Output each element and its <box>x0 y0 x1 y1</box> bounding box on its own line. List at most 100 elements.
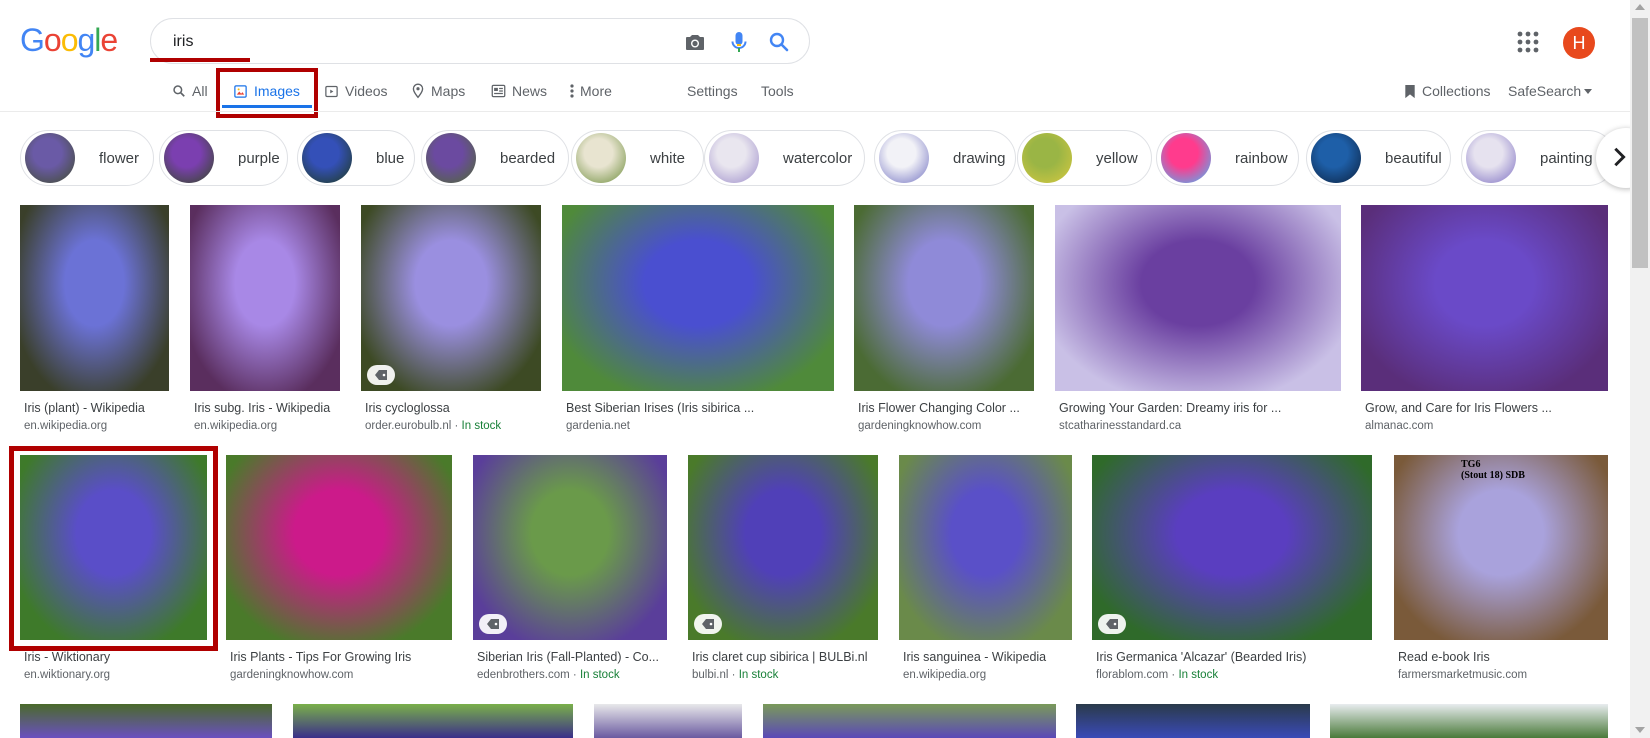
result-thumbnail[interactable] <box>20 704 272 738</box>
chip-bearded[interactable]: bearded <box>421 130 569 186</box>
tab-more[interactable]: More <box>570 80 612 102</box>
result-thumbnail[interactable] <box>473 455 667 640</box>
account-avatar[interactable]: H <box>1563 27 1595 59</box>
result-thumbnail[interactable] <box>763 704 1056 738</box>
tab-all[interactable]: All <box>172 80 208 102</box>
result-title[interactable]: Iris Plants - Tips For Growing Iris <box>230 650 450 664</box>
result-thumbnail[interactable] <box>594 704 742 738</box>
image-result[interactable]: Iris claret cup sibirica | BULBi.nl bulbi… <box>688 455 878 686</box>
chip-thumbnail <box>25 133 75 183</box>
result-title[interactable]: Grow, and Care for Iris Flowers ... <box>1365 401 1606 415</box>
image-caption-text: TG6 (Stout 18) SDB <box>1461 459 1525 481</box>
image-result[interactable]: Iris (plant) - Wikipedia en.wikipedia.org <box>20 205 169 437</box>
result-thumbnail[interactable] <box>1076 704 1310 738</box>
result-domain: florablom.com <box>1096 669 1169 681</box>
result-thumbnail[interactable] <box>854 205 1034 391</box>
image-result[interactable]: Siberian Iris (Fall-Planted) - Co... eden… <box>473 455 667 686</box>
tab-videos[interactable]: Videos <box>324 80 388 102</box>
tools-link[interactable]: Tools <box>761 80 794 102</box>
result-title[interactable]: Iris - Wiktionary <box>24 650 205 664</box>
result-source: florablom.com · In stock <box>1096 669 1218 681</box>
result-title[interactable]: Growing Your Garden: Dreamy iris for ... <box>1059 401 1339 415</box>
result-thumbnail[interactable] <box>20 205 169 391</box>
chip-yellow[interactable]: yellow <box>1017 130 1152 186</box>
separator-dot: · <box>1168 669 1179 681</box>
image-result[interactable]: Iris Germanica 'Alcazar' (Bearded Iris) f… <box>1092 455 1372 686</box>
chip-flower[interactable]: flower <box>20 130 154 186</box>
scroll-down-arrow-icon[interactable] <box>1635 727 1645 733</box>
separator-dot: · <box>728 669 739 681</box>
tab-news[interactable]: News <box>491 80 547 102</box>
image-result[interactable]: Iris subg. Iris - Wikipedia en.wikipedia.… <box>190 205 340 437</box>
image-result[interactable]: Best Siberian Irises (Iris sibirica ... g… <box>562 205 834 437</box>
chip-label: watercolor <box>783 149 853 167</box>
result-thumbnail[interactable] <box>562 205 834 391</box>
result-thumbnail[interactable] <box>899 455 1072 640</box>
result-title[interactable]: Iris Flower Changing Color ... <box>858 401 1032 415</box>
result-thumbnail[interactable] <box>1092 455 1372 640</box>
result-title[interactable]: Iris claret cup sibirica | BULBi.nl <box>692 650 876 664</box>
result-title[interactable]: Iris Germanica 'Alcazar' (Bearded Iris) <box>1096 650 1370 664</box>
more-vert-icon <box>570 84 574 98</box>
search-icon[interactable] <box>767 30 791 54</box>
bookmark-icon <box>1405 84 1415 98</box>
result-thumbnail[interactable] <box>1394 455 1608 640</box>
chip-purple[interactable]: purple <box>159 130 288 186</box>
apps-grid-icon[interactable] <box>1517 31 1539 53</box>
tab-maps[interactable]: Maps <box>411 80 465 102</box>
image-result[interactable]: Growing Your Garden: Dreamy iris for ...… <box>1055 205 1341 437</box>
result-title[interactable]: Best Siberian Irises (Iris sibirica ... <box>566 401 832 415</box>
settings-link[interactable]: Settings <box>687 80 738 102</box>
result-thumbnail[interactable] <box>361 205 541 391</box>
camera-icon[interactable] <box>683 30 707 54</box>
result-title[interactable]: Iris sanguinea - Wikipedia <box>903 650 1070 664</box>
scroll-up-arrow-icon[interactable] <box>1635 4 1645 10</box>
search-input[interactable] <box>171 29 655 55</box>
result-thumbnail[interactable] <box>1055 205 1341 391</box>
price-tag-icon <box>1106 619 1118 629</box>
chip-thumbnail <box>1311 133 1361 183</box>
caret-down-icon <box>1584 88 1593 94</box>
separator-dot: · <box>451 420 462 432</box>
result-title[interactable]: Iris (plant) - Wikipedia <box>24 401 167 415</box>
chip-thumbnail <box>426 133 476 183</box>
chip-beautiful[interactable]: beautiful <box>1306 130 1451 186</box>
result-thumbnail[interactable] <box>1361 205 1608 391</box>
result-domain: bulbi.nl <box>692 669 729 681</box>
result-title[interactable]: Read e-book Iris <box>1398 650 1606 664</box>
chip-label: purple <box>238 149 280 167</box>
image-result[interactable]: Grow, and Care for Iris Flowers ... alman… <box>1361 205 1608 437</box>
chip-watercolor[interactable]: watercolor <box>704 130 865 186</box>
google-logo[interactable]: Google <box>20 22 118 59</box>
image-result[interactable]: Iris Flower Changing Color ... gardeningk… <box>854 205 1034 437</box>
price-tag-icon <box>487 619 499 629</box>
result-title[interactable]: Siberian Iris (Fall-Planted) - Co... <box>477 650 665 664</box>
chip-thumbnail <box>576 133 626 183</box>
image-result[interactable]: Iris cycloglossa order.eurobulb.nl · In s… <box>361 205 541 437</box>
search-icon <box>173 85 185 97</box>
image-result[interactable]: Iris Plants - Tips For Growing Iris garde… <box>226 455 452 686</box>
result-domain: edenbrothers.com <box>477 669 570 681</box>
collections-link[interactable]: Collections <box>1404 80 1490 102</box>
image-result[interactable]: TG6 (Stout 18) SDB Read e-book Iris farmer… <box>1394 455 1608 686</box>
result-title[interactable]: Iris subg. Iris - Wikipedia <box>194 401 338 415</box>
safesearch-label: SafeSearch <box>1508 83 1582 99</box>
chip-rainbow[interactable]: rainbow <box>1156 130 1299 186</box>
chip-painting[interactable]: painting <box>1461 130 1616 186</box>
microphone-icon[interactable] <box>727 30 751 54</box>
scrollbar-thumb[interactable] <box>1632 18 1648 268</box>
result-source: gardeningknowhow.com <box>230 669 353 681</box>
chip-drawing[interactable]: drawing <box>874 130 1016 186</box>
safesearch-dropdown[interactable]: SafeSearch <box>1508 80 1593 102</box>
result-title[interactable]: Iris cycloglossa <box>365 401 539 415</box>
result-thumbnail[interactable] <box>226 455 452 640</box>
result-thumbnail[interactable] <box>1330 704 1608 738</box>
chip-blue[interactable]: blue <box>297 130 415 186</box>
image-result[interactable]: Iris sanguinea - Wikipedia en.wikipedia.o… <box>899 455 1072 686</box>
result-thumbnail[interactable] <box>190 205 340 391</box>
chip-white[interactable]: white <box>571 130 704 186</box>
result-thumbnail[interactable] <box>688 455 878 640</box>
result-domain: gardenia.net <box>566 420 630 432</box>
in-stock-label: In stock <box>579 669 620 681</box>
result-thumbnail[interactable] <box>293 704 573 738</box>
